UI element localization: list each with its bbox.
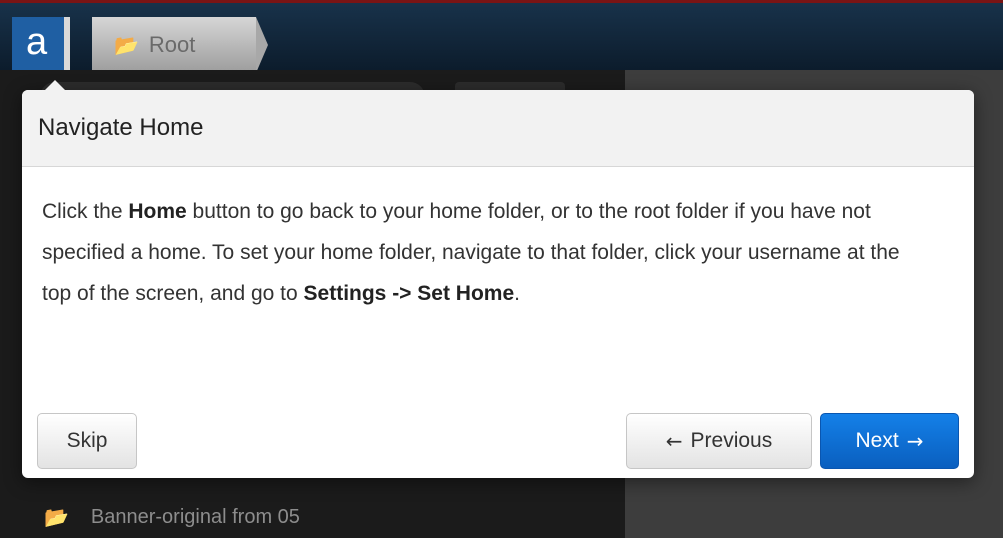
tour-title-text: Navigate Home (38, 114, 204, 141)
skip-button[interactable]: Skip (37, 413, 137, 469)
app-logo[interactable]: a (12, 17, 70, 73)
breadcrumb-arrow (256, 17, 268, 73)
tour-body-bold-settings: Settings -> Set Home (303, 282, 515, 305)
tour-popover: Navigate Home Click the Home button to g… (22, 80, 974, 478)
folder-label: Banner-original from 05 (90, 505, 300, 528)
folder-open-icon: 📂 (44, 505, 69, 529)
folder-list-item[interactable]: 📂 Banner-original from 05 (44, 500, 300, 534)
tour-body-text: . (514, 282, 520, 305)
folder-open-icon: 📂 (114, 33, 139, 57)
tour-body-text: Click the (42, 200, 129, 223)
tour-title: Navigate Home (22, 90, 974, 167)
top-header-bar: a 📂 Root (0, 0, 1003, 73)
previous-button-label: Previous (690, 429, 773, 452)
skip-button-label: Skip (66, 429, 108, 452)
breadcrumb-label: Root (148, 32, 196, 57)
previous-button[interactable]: ← Previous (626, 413, 812, 469)
popover-arrow (44, 80, 66, 91)
breadcrumb-root[interactable]: 📂 Root (92, 17, 256, 73)
arrow-right-icon: → (906, 429, 924, 453)
logo-letter: a (26, 21, 48, 63)
next-button[interactable]: Next → (820, 413, 959, 469)
tour-body: Click the Home button to go back to your… (22, 167, 952, 314)
tour-body-bold-home: Home (128, 200, 187, 223)
next-button-label: Next (855, 429, 899, 452)
arrow-left-icon: ← (665, 429, 683, 453)
